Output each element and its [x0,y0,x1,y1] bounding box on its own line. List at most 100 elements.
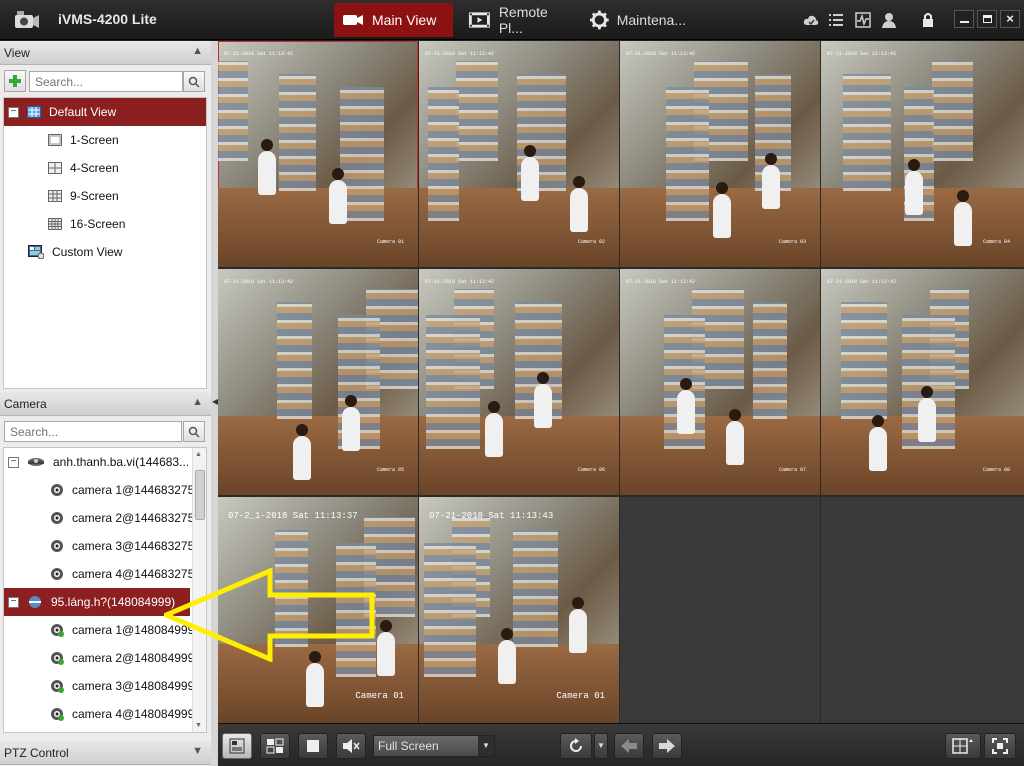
tab-remote-playback[interactable]: Remote Pl... [460,3,580,37]
refresh-options-dropdown[interactable]: ▼ [594,733,608,759]
tab-maintenance[interactable]: Maintena... [582,3,694,37]
maximize-button[interactable] [977,10,997,28]
tree-item-label: 4-Screen [70,161,119,175]
plus-icon [9,75,21,87]
tab-main-view[interactable]: Main View [334,3,453,37]
tree-item-9-screen[interactable]: 9-Screen [4,182,206,210]
refresh-icon [570,738,582,752]
tree-item-16-screen[interactable]: 16-Screen [4,210,206,238]
panel-collapse-handle[interactable]: ◀ [211,41,218,766]
tree-item-label: 9-Screen [70,189,119,203]
window-split-icon [266,738,284,754]
add-view-button[interactable] [4,70,26,92]
scene-floor [620,415,820,495]
minimize-icon [960,21,969,23]
tree-item-4-screen[interactable]: 4-Screen [4,154,206,182]
tree-item-1-screen[interactable]: 1-Screen [4,126,206,154]
mute-icon [343,739,360,753]
video-camera-label: Camera 06 [577,467,605,473]
scene-person [677,378,695,434]
camera-tree-scrollbar[interactable]: ▲ ▼ [192,448,206,732]
video-camera-label: Camera 01 [556,691,605,701]
tree-item-default-view[interactable]: − Default View [4,98,206,126]
tab-label: Maintena... [616,12,686,28]
scrollbar-thumb[interactable] [195,470,205,520]
tree-device-group[interactable]: − anh.thanh.ba.vi(144683... [4,448,190,476]
next-page-icon [659,739,675,753]
tree-camera-item[interactable]: camera 4@144683275 [4,560,194,588]
pulse-icon[interactable] [855,12,871,28]
search-icon [188,76,200,88]
close-button[interactable]: × [1000,10,1020,28]
close-icon: × [1006,11,1014,26]
cloud-icon[interactable] [803,12,819,28]
scene-shelf [666,87,709,221]
view-panel-header[interactable]: View ▲ [0,41,211,65]
tree-camera-item[interactable]: camera 2@144683275 [4,504,194,532]
chevron-down-icon[interactable]: ▼ [192,745,203,757]
video-cell[interactable]: 07-21-2018 Sat 11:13:42 Camera 05 [218,269,418,495]
tree-camera-item[interactable]: camera 1@144683275 [4,476,194,504]
view-search-button[interactable] [183,71,205,92]
stop-all-button[interactable] [298,733,328,759]
screen-4-icon [48,162,62,174]
camera-panel-header[interactable]: Camera ▲ [0,392,211,416]
view-search-input[interactable] [29,71,183,92]
fullscreen-button[interactable] [984,733,1016,759]
collapse-icon[interactable]: − [8,456,19,468]
layout-button[interactable] [222,733,252,759]
video-camera-label: Camera 01 [355,691,404,701]
scroll-down-icon[interactable]: ▼ [195,722,202,729]
user-icon[interactable] [881,12,897,28]
grid-layout-button[interactable] [945,733,981,759]
grid-layout-icon [952,738,973,754]
video-cell[interactable]: 07-21-2018 Sat 11:13:42 Camera 04 [821,41,1024,267]
tree-camera-item[interactable]: camera 3@148084999 [4,672,194,700]
scene-person [293,424,311,480]
video-camera-label: Camera 05 [376,467,404,473]
next-page-button[interactable] [652,733,682,759]
chevron-up-icon[interactable]: ▲ [192,45,203,57]
scene-shelf [841,302,887,419]
tree-item-custom-view[interactable]: Custom View [4,238,206,266]
camera-search-input[interactable] [4,421,182,442]
window-split-button[interactable] [260,733,290,759]
video-cell-empty[interactable] [821,497,1024,723]
tree-item-label: camera 4@148084999 [72,707,195,721]
prev-page-icon [621,739,637,753]
tree-camera-item[interactable]: camera 2@148084999 [4,644,194,672]
camera-search-button[interactable] [183,421,205,442]
list-icon[interactable] [828,12,844,28]
tree-camera-item[interactable]: camera 3@144683275 [4,532,194,560]
chevron-up-icon[interactable]: ▲ [192,396,203,408]
video-cell[interactable]: 07-21-2018 Sat 11:13:42 Camera 03 [620,41,820,267]
stream-mode-select[interactable]: Full Screen ▼ [373,735,495,757]
lock-icon[interactable] [920,12,936,28]
refresh-button[interactable] [560,733,592,759]
view-panel-title: View [4,45,30,60]
tree-camera-item[interactable]: camera 1@148084999 [4,616,194,644]
collapse-icon[interactable]: − [8,106,19,118]
scene-person [918,386,936,442]
video-camera-label: Camera 02 [577,239,605,245]
video-cell[interactable]: 07-21-2018 Sat 11:13:42 Camera 07 [620,269,820,495]
prev-page-button[interactable] [614,733,644,759]
tree-device-group-selected[interactable]: − 95.láng.h?(148084999) [4,588,190,616]
video-cell[interactable]: 07-21-2018 Sat 11:13:42 Camera 02 [419,41,619,267]
scroll-up-icon[interactable]: ▲ [195,451,202,458]
video-cell[interactable]: 07-21-2018 Sat 11:13:42 Camera 08 [821,269,1024,495]
collapse-icon[interactable]: − [8,596,19,608]
video-cell-empty[interactable] [620,497,820,723]
camera-online-icon [51,708,64,721]
mute-button[interactable] [336,733,366,759]
video-cell[interactable]: 07-2_1-2018 Sat 11:13:37 Camera 01 [218,497,418,723]
scene-shelf [932,61,973,161]
gear-icon [590,10,609,30]
minimize-button[interactable] [954,10,974,28]
tree-camera-item[interactable]: camera 4@148084999 [4,700,194,728]
video-cell[interactable]: 07-21-2018 Sat 11:13:42 Camera 06 [419,269,619,495]
scene-person [954,190,972,246]
video-cell[interactable]: 07-21-2018 Sat 11:13:42 Camera 01 [218,41,418,267]
video-cell[interactable]: 07-21-2018 Sat 11:13:43 Camera 01 [419,497,619,723]
ptz-panel-header[interactable]: PTZ Control ▼ [0,741,211,765]
